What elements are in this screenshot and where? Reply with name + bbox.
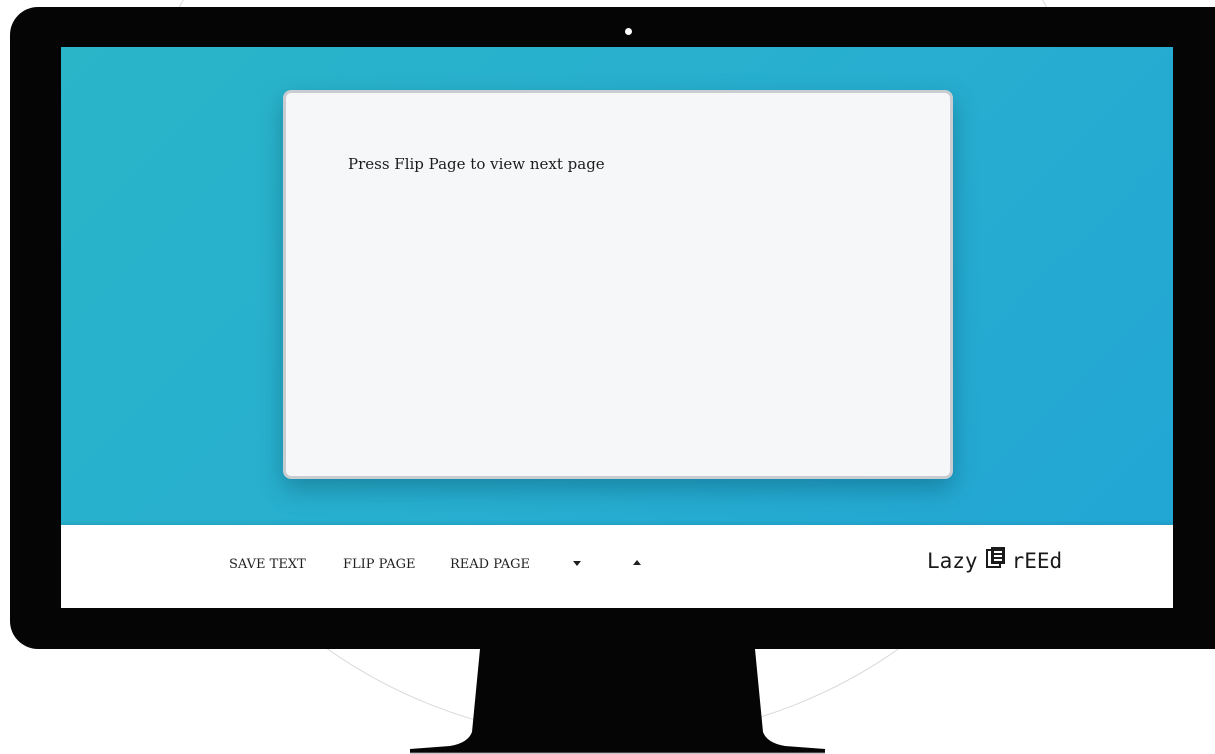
app-screen: Press Flip Page to view next page SAVE T… [61, 47, 1173, 608]
reader-viewport: Press Flip Page to view next page [61, 47, 1173, 525]
caret-up-glyph [633, 560, 641, 565]
page-content-text: Press Flip Page to view next page [348, 155, 605, 173]
caret-down-glyph [573, 561, 581, 566]
brand-right-text: rEEd [1011, 549, 1063, 573]
camera-dot-icon [625, 28, 632, 35]
page-card: Press Flip Page to view next page [283, 90, 953, 479]
bottom-toolbar: SAVE TEXT FLIP PAGE READ PAGE Lazy rEEd [61, 525, 1173, 608]
stage: Press Flip Page to view next page SAVE T… [0, 0, 1215, 754]
caret-down-icon[interactable] [567, 553, 587, 573]
caret-up-icon[interactable] [627, 553, 647, 573]
flip-page-button[interactable]: FLIP PAGE [343, 557, 415, 572]
brand-left-text: Lazy [927, 549, 978, 573]
monitor-stand [410, 649, 825, 754]
brand-logo: Lazy rEEd [927, 547, 1063, 573]
read-page-button[interactable]: READ PAGE [450, 557, 530, 572]
save-text-button[interactable]: SAVE TEXT [229, 557, 306, 572]
book-icon [985, 547, 1006, 569]
